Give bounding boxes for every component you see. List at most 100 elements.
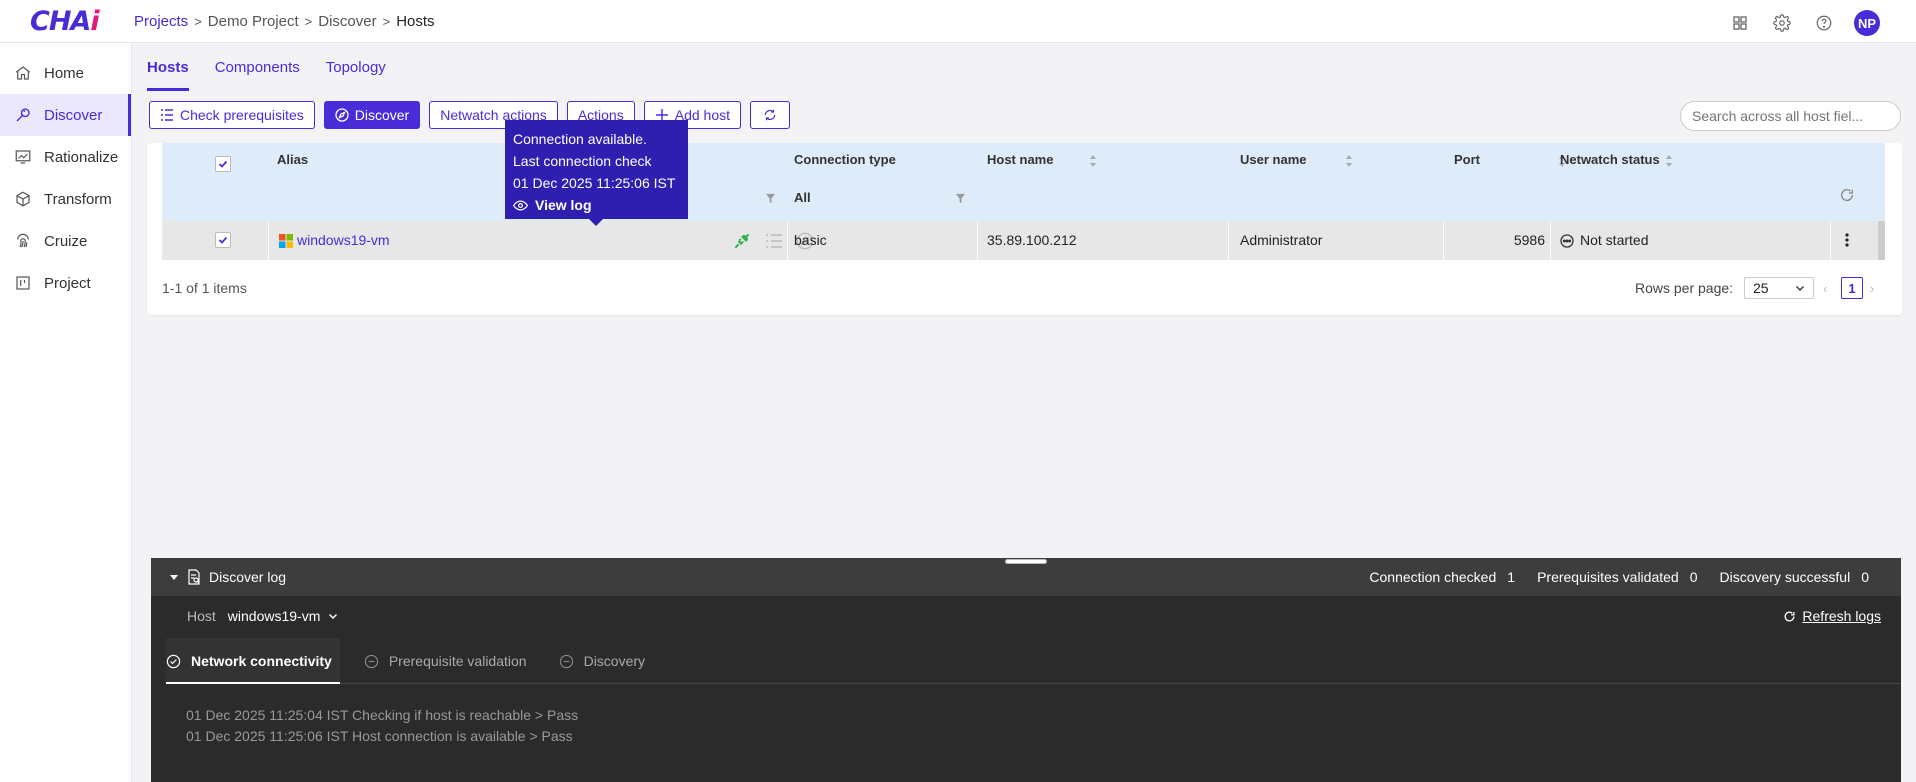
table-row[interactable]: windows19-vm basic 35.89.100.212 Adminis…: [162, 221, 1885, 260]
stat-connection-checked: Connection checked 1: [1369, 569, 1516, 585]
sidebar-item-cruize[interactable]: Cruize: [0, 220, 131, 262]
log-line: 01 Dec 2025 11:25:06 IST Host connection…: [186, 728, 573, 744]
chevron-down-icon: [1796, 286, 1804, 291]
column-divider: [268, 221, 269, 260]
log-host-selector[interactable]: Host windows19-vm: [187, 608, 338, 624]
host-alias-link[interactable]: windows19-vm: [297, 232, 390, 248]
host-label: Host: [187, 608, 216, 624]
not-started-icon: [1560, 234, 1574, 248]
column-header-port[interactable]: Port: [1454, 152, 1480, 167]
rows-per-page-select[interactable]: 25: [1744, 277, 1814, 299]
log-header[interactable]: Discover log Connection checked 1 Prerequ…: [151, 558, 1901, 596]
breadcrumb-hosts: Hosts: [396, 13, 435, 30]
host-tabs: Hosts Components Topology: [132, 43, 1916, 91]
column-header-user-name[interactable]: User name: [1240, 152, 1306, 167]
toolbar: Check prerequisites Discover Netwatch ac…: [149, 101, 790, 129]
check-prerequisites-button[interactable]: Check prerequisites: [149, 101, 315, 129]
resize-handle[interactable]: [1006, 560, 1046, 563]
kebab-menu-icon[interactable]: [1839, 232, 1855, 248]
log-stats: Connection checked 1 Prerequisites valida…: [1347, 569, 1869, 585]
breadcrumb-demo-project[interactable]: Demo Project: [208, 13, 299, 30]
caret-down-icon[interactable]: [169, 572, 179, 582]
refresh-logs-button[interactable]: Refresh logs: [1783, 608, 1881, 624]
fingerprint-icon: [14, 232, 32, 250]
checklist-icon: [766, 234, 782, 248]
tooltip-last-check-time: 01 Dec 2025 11:25:06 IST: [513, 175, 676, 191]
help-icon[interactable]: [1812, 11, 1836, 35]
log-file-icon: [187, 569, 201, 585]
column-header-host-name[interactable]: Host name: [987, 152, 1053, 167]
reload-button[interactable]: [750, 101, 790, 129]
column-header-connection-type[interactable]: Connection type: [794, 152, 896, 167]
tab-discovery[interactable]: Discovery: [559, 638, 653, 684]
chevron-down-icon: [329, 614, 338, 619]
column-divider: [1830, 221, 1831, 260]
breadcrumb: Projects > Demo Project > Discover > Hos…: [134, 13, 435, 30]
refresh-icon[interactable]: [1839, 187, 1855, 203]
tooltip-status: Connection available.: [513, 131, 647, 147]
column-divider: [787, 221, 788, 260]
filter-icon[interactable]: [765, 193, 776, 204]
top-bar: CHAi Projects > Demo Project > Discover …: [0, 0, 1916, 43]
sidebar-item-label: Rationalize: [44, 148, 119, 166]
view-log-link[interactable]: View log: [513, 194, 680, 216]
connection-type-filter-value[interactable]: All: [794, 190, 811, 205]
breadcrumb-projects[interactable]: Projects: [134, 13, 188, 30]
select-all-checkbox[interactable]: [215, 156, 231, 172]
stat-discovery-successful: Discovery successful 0: [1719, 569, 1870, 585]
gear-icon[interactable]: [1770, 11, 1794, 35]
eye-icon: [513, 198, 528, 213]
tab-network-connectivity[interactable]: Network connectivity: [166, 638, 340, 684]
filter-icon[interactable]: [955, 193, 966, 204]
log-title: Discover log: [209, 569, 287, 585]
breadcrumb-separator: >: [194, 14, 202, 29]
port-cell: 5986: [1513, 232, 1545, 248]
sidebar-item-transform[interactable]: Transform: [0, 178, 131, 220]
page-number-button[interactable]: 1: [1841, 277, 1863, 299]
connection-plug-icon[interactable]: [732, 231, 752, 251]
column-divider: [1228, 221, 1229, 260]
hosts-table-card: Alias Connection type All Host name User…: [147, 143, 1902, 315]
sidebar: Home Discover Rationalize Transform Crui…: [0, 43, 132, 782]
rationalize-icon: [14, 148, 32, 166]
sidebar-item-label: Cruize: [44, 232, 88, 250]
rows-per-page-label: Rows per page:: [1635, 280, 1734, 296]
log-line: 01 Dec 2025 11:25:04 IST Checking if hos…: [186, 707, 579, 723]
log-output: 01 Dec 2025 11:25:04 IST Checking if hos…: [186, 705, 578, 747]
discover-icon: [14, 106, 32, 124]
discover-button[interactable]: Discover: [323, 101, 421, 129]
checklist-icon: [160, 108, 174, 122]
column-divider: [1550, 221, 1551, 260]
column-header-alias[interactable]: Alias: [277, 152, 308, 167]
check-circle-icon: [166, 654, 181, 669]
column-header-netwatch-status[interactable]: Netwatch status: [1560, 152, 1660, 167]
tab-components[interactable]: Components: [215, 43, 300, 91]
sidebar-item-home[interactable]: Home: [0, 52, 131, 94]
next-page-button[interactable]: ›: [1870, 281, 1874, 296]
compass-icon: [335, 108, 349, 122]
tab-prerequisite-validation[interactable]: Prerequisite validation: [364, 638, 535, 684]
sort-icon[interactable]: [1345, 154, 1353, 168]
sidebar-item-project[interactable]: Project: [0, 262, 131, 304]
netwatch-status-cell: Not started: [1580, 232, 1649, 248]
table-header: Alias Connection type All Host name User…: [162, 143, 1885, 221]
tab-topology[interactable]: Topology: [326, 43, 386, 91]
sidebar-item-discover[interactable]: Discover: [0, 94, 131, 136]
items-count: 1-1 of 1 items: [162, 280, 247, 296]
log-tabs: Network connectivity Prerequisite valida…: [166, 638, 1901, 684]
refresh-icon: [763, 108, 777, 122]
sidebar-item-label: Project: [44, 274, 91, 292]
sort-icon[interactable]: [1665, 154, 1673, 168]
sidebar-item-rationalize[interactable]: Rationalize: [0, 136, 131, 178]
previous-page-button[interactable]: ‹: [1823, 281, 1827, 296]
sort-icon[interactable]: [1089, 154, 1097, 168]
breadcrumb-discover[interactable]: Discover: [318, 13, 376, 30]
host-search-input[interactable]: [1680, 101, 1901, 131]
app-logo[interactable]: CHAi: [30, 6, 100, 37]
user-avatar[interactable]: NP: [1854, 10, 1880, 36]
apps-grid-icon[interactable]: [1728, 11, 1752, 35]
table-scrollbar[interactable]: [1878, 221, 1885, 260]
stat-prerequisites-validated: Prerequisites validated 0: [1537, 569, 1698, 585]
row-checkbox[interactable]: [215, 232, 231, 248]
tab-hosts[interactable]: Hosts: [147, 43, 189, 91]
